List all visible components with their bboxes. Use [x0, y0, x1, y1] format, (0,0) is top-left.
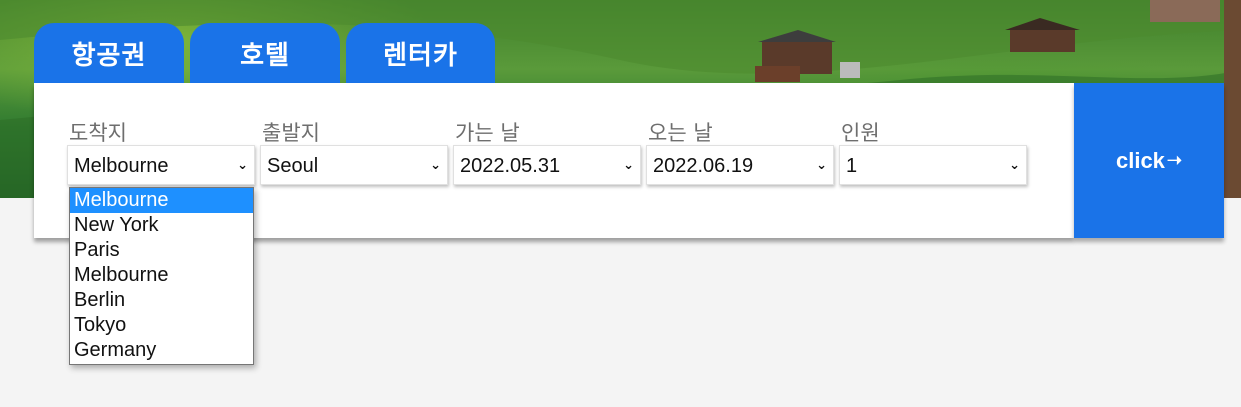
dropdown-option[interactable]: Melbourne	[70, 263, 253, 288]
chevron-down-icon: ⌄	[430, 158, 441, 173]
tab-hotels[interactable]: 호텔	[190, 23, 340, 83]
dropdown-option[interactable]: Tokyo	[70, 313, 253, 338]
search-submit-button[interactable]: click ➝	[1074, 83, 1224, 238]
origin-select-value: Seoul	[267, 155, 319, 177]
departure-date-label: 가는 날	[455, 121, 520, 145]
dropdown-option[interactable]: New York	[70, 213, 253, 238]
origin-select[interactable]: Seoul ⌄	[260, 145, 448, 185]
departure-date-select[interactable]: 2022.05.31 ⌄	[453, 145, 641, 185]
dropdown-option[interactable]: Paris	[70, 238, 253, 263]
destination-select[interactable]: Melbourne ⌄	[67, 145, 255, 185]
passengers-label: 인원	[841, 121, 880, 145]
tab-rentacar-label: 렌터카	[383, 40, 458, 71]
chevron-down-icon: ⌄	[816, 158, 827, 173]
return-date-label: 오는 날	[648, 121, 713, 145]
chevron-down-icon: ⌄	[1009, 158, 1020, 173]
dropdown-option[interactable]: Melbourne	[70, 188, 253, 213]
tab-hotels-label: 호텔	[240, 40, 290, 71]
destination-select-value: Melbourne	[74, 155, 169, 177]
origin-label: 출발지	[262, 121, 320, 145]
arrow-right-icon: ➝	[1166, 150, 1183, 170]
passengers-select-value: 1	[846, 155, 858, 177]
tab-rentacar[interactable]: 렌터카	[346, 23, 495, 83]
chevron-down-icon: ⌄	[623, 158, 634, 173]
return-date-select-value: 2022.06.19	[653, 155, 754, 177]
tab-flights[interactable]: 항공권	[34, 23, 184, 83]
return-date-select[interactable]: 2022.06.19 ⌄	[646, 145, 834, 185]
dropdown-option[interactable]: Germany	[70, 338, 253, 363]
chevron-down-icon: ⌄	[237, 158, 248, 173]
passengers-select[interactable]: 1 ⌄	[839, 145, 1027, 185]
tab-flights-label: 항공권	[71, 40, 147, 71]
dropdown-option[interactable]: Berlin	[70, 288, 253, 313]
destination-label: 도착지	[69, 121, 127, 145]
search-submit-label: click	[1115, 147, 1165, 173]
destination-dropdown-list: Melbourne New York Paris Melbourne Berli…	[69, 187, 254, 365]
departure-date-select-value: 2022.05.31	[460, 155, 561, 177]
